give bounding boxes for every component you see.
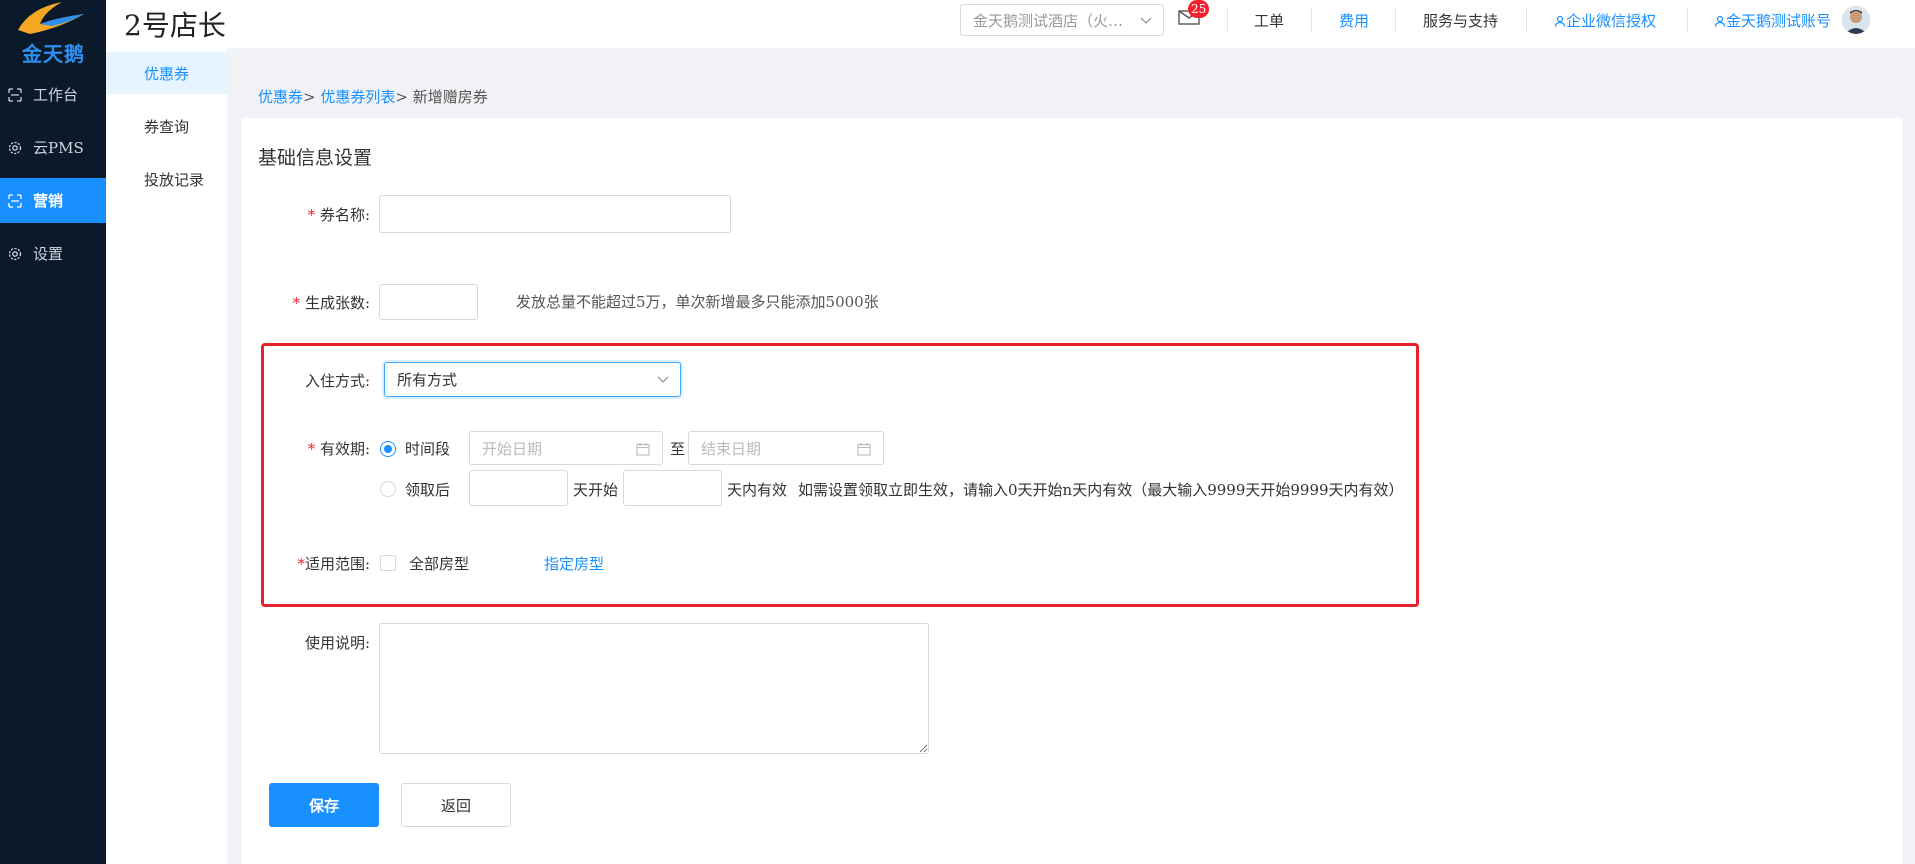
divider [1311, 8, 1312, 32]
generate-count-label: * 生成张数: [270, 292, 370, 313]
hotel-select[interactable]: 金天鹅测试酒店（火… [960, 4, 1164, 36]
avatar[interactable] [1842, 6, 1870, 34]
swan-logo-icon [18, 2, 84, 34]
nav-item-marketing[interactable]: 营销 [0, 178, 106, 223]
section-title: 基础信息设置 [258, 147, 373, 169]
nav-item-workbench[interactable]: 工作台 [0, 72, 106, 117]
breadcrumb-current: 新增赠房券 [412, 88, 488, 106]
coupon-name-label-text: 券名称: [319, 206, 370, 224]
divider [1687, 8, 1688, 32]
checkin-method-value: 所有方式 [397, 371, 458, 389]
validity-after-label: 领取后 [405, 481, 451, 499]
coupon-name-input[interactable] [379, 195, 731, 233]
valid-days-input[interactable] [623, 470, 722, 506]
end-date-input[interactable]: 结束日期 [688, 431, 884, 465]
submenu-item-release-records[interactable]: 投放记录 [106, 158, 227, 200]
back-button[interactable]: 返回 [401, 783, 511, 827]
start-date-placeholder: 开始日期 [482, 439, 543, 458]
start-date-input[interactable]: 开始日期 [469, 431, 663, 465]
nav-item-cloud-pms[interactable]: 云PMS [0, 125, 106, 170]
scope-label-text: 适用范围: [304, 555, 370, 573]
main-sidebar: 金天鹅 工作台 云PMS 营销 设置 [0, 0, 106, 864]
all-rooms-checkbox[interactable] [380, 555, 396, 571]
brand-title: 2号店长 [124, 9, 226, 42]
description-label: 使用说明: [304, 634, 370, 652]
specify-rooms-link[interactable]: 指定房型 [544, 553, 604, 574]
days-valid-label: 天内有效 [727, 481, 788, 499]
breadcrumb-coupon-list[interactable]: 优惠券列表 [320, 88, 395, 106]
submenu-item-coupons[interactable]: 优惠券 [106, 52, 227, 94]
hotel-select-value: 金天鹅测试酒店（火… [973, 11, 1124, 30]
breadcrumb-separator: > [303, 88, 321, 106]
required-mark: * [292, 294, 301, 312]
nav-item-label: 工作台 [33, 86, 79, 104]
nav-item-label: 云PMS [33, 139, 84, 157]
validity-label-text: 有效期: [319, 440, 370, 458]
required-mark: * [297, 555, 305, 573]
breadcrumb-separator: > [395, 88, 413, 106]
logo-text: 金天鹅 [22, 42, 85, 66]
gear-icon [7, 140, 23, 156]
end-date-placeholder: 结束日期 [701, 439, 762, 458]
days-start-label: 天开始 [573, 481, 619, 499]
coupon-name-label: * 券名称: [290, 204, 370, 225]
marketing-icon [7, 193, 23, 209]
all-rooms-label: 全部房型 [409, 555, 470, 573]
divider [1526, 8, 1527, 32]
wechat-auth-label: 企业微信授权 [1566, 12, 1657, 30]
date-range-separator: 至 [670, 440, 686, 458]
description-textarea[interactable] [379, 623, 929, 754]
nav-item-label: 设置 [33, 245, 64, 263]
save-button[interactable]: 保存 [269, 783, 379, 827]
account-label: 金天鹅测试账号 [1726, 12, 1832, 30]
nav-item-label: 营销 [33, 192, 64, 210]
submenu-item-coupon-query[interactable]: 券查询 [106, 105, 227, 147]
calendar-icon [857, 443, 871, 456]
chevron-down-icon [1140, 17, 1152, 24]
gear-icon [7, 246, 23, 262]
top-header: 2号店长 金天鹅测试酒店（火… 25 工单 费用 服务与支持 企业微信授权 金天… [106, 0, 1915, 48]
service-link[interactable]: 服务与支持 [1423, 10, 1498, 31]
checkin-method-select[interactable]: 所有方式 [384, 362, 681, 397]
work-order-link[interactable]: 工单 [1254, 10, 1284, 31]
validity-after-hint: 如需设置领取立即生效，请输入0天开始n天内有效（最大输入9999天开始9999天… [798, 481, 1404, 499]
required-mark: * [307, 440, 316, 458]
generate-count-hint: 发放总量不能超过5万，单次新增最多只能添加5000张 [516, 293, 879, 311]
generate-count-input[interactable] [379, 284, 478, 320]
wechat-auth-link[interactable]: 企业微信授权 [1554, 10, 1656, 31]
validity-period-label: 时间段 [405, 440, 451, 458]
validity-label: * 有效期: [290, 438, 370, 459]
breadcrumb-coupons[interactable]: 优惠券 [258, 88, 303, 106]
validity-after-radio[interactable] [380, 481, 396, 497]
chevron-down-icon [657, 376, 669, 383]
nav-item-settings[interactable]: 设置 [0, 231, 106, 276]
submenu: 优惠券 券查询 投放记录 [106, 48, 227, 864]
validity-period-radio[interactable] [380, 441, 396, 457]
logo: 金天鹅 [0, 0, 106, 66]
workbench-icon [7, 87, 23, 103]
scope-label: *适用范围: [280, 553, 370, 574]
user-icon [1554, 15, 1566, 27]
user-icon [1714, 15, 1726, 27]
breadcrumb: 优惠券> 优惠券列表> 新增赠房券 [258, 86, 488, 107]
divider [1227, 8, 1228, 32]
start-days-input[interactable] [469, 470, 568, 506]
calendar-icon [636, 443, 650, 456]
required-mark: * [307, 206, 316, 224]
mail-badge: 25 [1188, 0, 1210, 18]
account-link[interactable]: 金天鹅测试账号 [1714, 10, 1831, 31]
divider [1395, 8, 1396, 32]
fees-link[interactable]: 费用 [1339, 10, 1369, 31]
generate-count-label-text: 生成张数: [304, 294, 370, 312]
checkin-method-label: 入住方式: [304, 372, 370, 390]
